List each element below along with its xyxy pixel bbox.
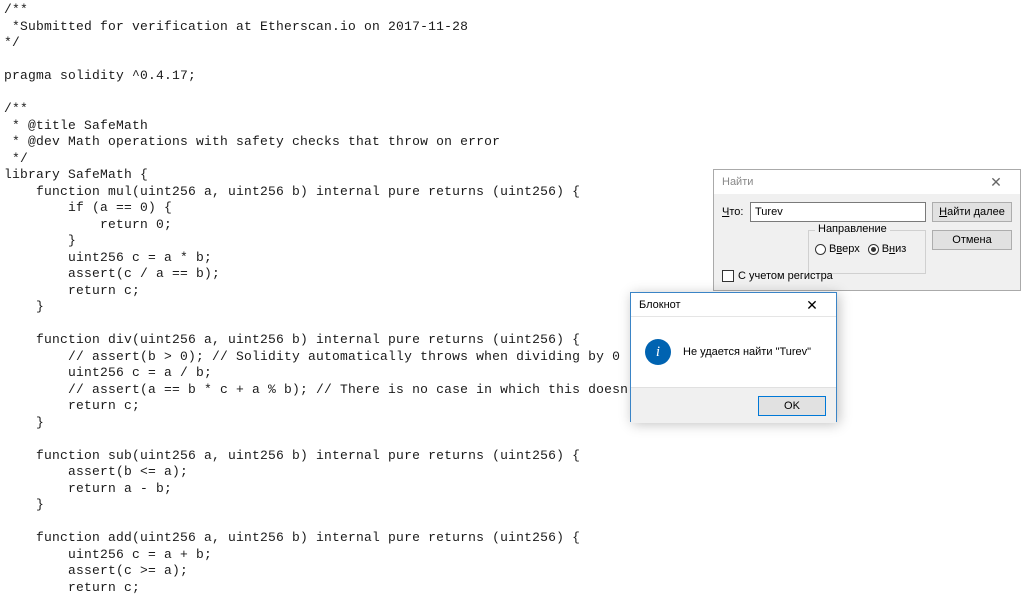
radio-up[interactable]: Вверх	[815, 243, 860, 255]
find-titlebar[interactable]: Найти ✕	[714, 170, 1020, 194]
case-checkbox[interactable]: С учетом регистра	[722, 270, 833, 282]
find-what-label: Что:	[722, 206, 750, 218]
direction-group: Направление Вверх Вниз	[808, 230, 926, 274]
code-editor-content[interactable]: /** *Submitted for verification at Ether…	[0, 0, 1024, 598]
case-label: С учетом регистра	[738, 270, 833, 282]
close-icon[interactable]: ✕	[792, 298, 832, 312]
find-next-button[interactable]: Найти далее	[932, 202, 1012, 222]
find-dialog: Найти ✕ Что: Найти далее Отмена Направле…	[713, 169, 1021, 291]
find-title: Найти	[722, 176, 976, 188]
info-icon: i	[645, 339, 671, 365]
radio-down[interactable]: Вниз	[868, 243, 907, 255]
direction-legend: Направление	[815, 223, 890, 235]
close-icon[interactable]: ✕	[976, 175, 1016, 189]
msgbox-titlebar[interactable]: Блокнот ✕	[631, 293, 836, 317]
cancel-button[interactable]: Отмена	[932, 230, 1012, 250]
message-box: Блокнот ✕ i Не удается найти "Turev" OK	[630, 292, 837, 422]
msgbox-title: Блокнот	[639, 299, 792, 311]
find-input[interactable]	[750, 202, 926, 222]
msgbox-text: Не удается найти "Turev"	[683, 346, 811, 358]
ok-button[interactable]: OK	[758, 396, 826, 416]
